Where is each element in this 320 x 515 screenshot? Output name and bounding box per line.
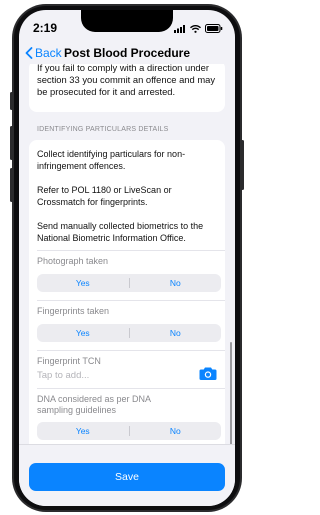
dna-yes-option[interactable]: Yes bbox=[37, 426, 129, 436]
divider bbox=[37, 350, 225, 351]
page-title: Post Blood Procedure bbox=[63, 46, 191, 60]
battery-icon bbox=[205, 24, 223, 33]
photograph-yes-option[interactable]: Yes bbox=[37, 278, 129, 288]
photograph-segmented-control: Yes No bbox=[37, 274, 221, 292]
divider bbox=[37, 250, 225, 251]
dna-label: DNA considered as per DNA sampling guide… bbox=[37, 394, 151, 415]
signal-icon bbox=[174, 24, 185, 33]
fingerprints-no-option[interactable]: No bbox=[130, 328, 222, 338]
status-time: 2:19 bbox=[33, 21, 58, 35]
photograph-label: Photograph taken bbox=[37, 256, 109, 266]
save-button[interactable]: Save bbox=[29, 463, 225, 491]
warning-card: If you fail to comply with a direction u… bbox=[29, 64, 225, 112]
paragraph-send: Send manually collected biometrics to th… bbox=[37, 221, 204, 243]
footer: Save bbox=[19, 444, 235, 506]
divider bbox=[37, 388, 225, 389]
nav-bar: Back Post Blood Procedure bbox=[19, 42, 235, 64]
warning-text: If you fail to comply with a direction u… bbox=[37, 64, 216, 97]
tcn-input[interactable]: Tap to add... bbox=[37, 370, 89, 381]
paragraph-refer: Refer to POL 1180 or LiveScan or Crossma… bbox=[37, 185, 172, 207]
power-button bbox=[241, 140, 244, 190]
photograph-no-option[interactable]: No bbox=[130, 278, 222, 288]
camera-icon[interactable] bbox=[199, 366, 217, 381]
status-bar: 2:19 bbox=[19, 10, 235, 42]
silent-switch bbox=[10, 92, 13, 110]
volume-down-button bbox=[10, 168, 13, 202]
fingerprints-segmented-control: Yes No bbox=[37, 324, 221, 342]
scroll-content[interactable]: If you fail to comply with a direction u… bbox=[19, 64, 235, 444]
fingerprints-yes-option[interactable]: Yes bbox=[37, 328, 129, 338]
screen: 2:19 Back Post Blood Procedure If you fa… bbox=[19, 10, 235, 506]
section-header: IDENTIFYING PARTICULARS DETAILS bbox=[37, 126, 169, 133]
dna-no-option[interactable]: No bbox=[130, 426, 222, 436]
divider bbox=[37, 300, 225, 301]
fingerprints-label: Fingerprints taken bbox=[37, 306, 110, 316]
volume-up-button bbox=[10, 126, 13, 160]
wifi-icon bbox=[190, 24, 201, 33]
status-icons bbox=[174, 24, 223, 33]
scrollbar[interactable] bbox=[230, 342, 232, 444]
notch bbox=[81, 10, 173, 32]
identifying-particulars-card: Collect identifying particulars for non-… bbox=[29, 140, 225, 444]
paragraph-collect: Collect identifying particulars for non-… bbox=[37, 149, 186, 171]
tcn-label: Fingerprint TCN bbox=[37, 356, 101, 366]
dna-segmented-control: Yes No bbox=[37, 422, 221, 440]
